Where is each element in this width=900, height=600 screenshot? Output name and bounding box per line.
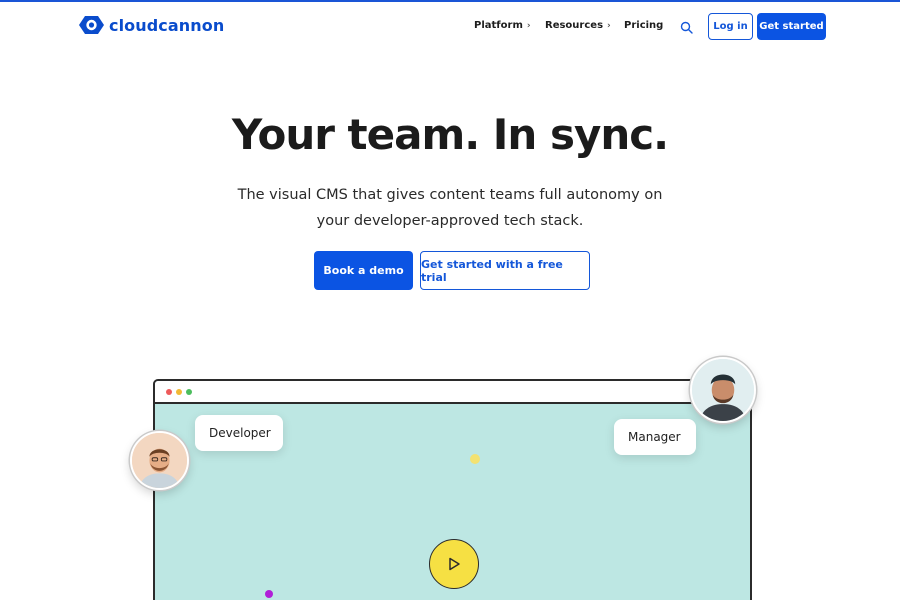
play-icon xyxy=(449,557,460,571)
get-started-button[interactable]: Get started xyxy=(757,13,826,40)
hero-subtitle: The visual CMS that gives content teams … xyxy=(237,187,663,229)
play-video-button[interactable] xyxy=(429,539,479,589)
nav-item-resources[interactable]: Resources › xyxy=(545,20,611,31)
window-minimize-dot xyxy=(176,389,182,395)
person-icon xyxy=(132,433,187,488)
developer-avatar xyxy=(130,431,189,490)
site-header: cloudcannon Platform › Resources › Prici… xyxy=(0,2,900,50)
hero-title: Your team. In sync. xyxy=(231,110,669,159)
login-button[interactable]: Log in xyxy=(708,13,753,40)
nav-item-platform[interactable]: Platform › xyxy=(474,20,531,31)
search-icon[interactable] xyxy=(680,21,693,34)
book-demo-button[interactable]: Book a demo xyxy=(314,251,413,290)
cloudcannon-logo-icon xyxy=(79,16,104,34)
free-trial-button[interactable]: Get started with a free trial xyxy=(420,251,590,290)
chevron-right-icon: › xyxy=(526,20,531,31)
decorative-dot xyxy=(470,454,480,464)
brand-name: cloudcannon xyxy=(109,15,225,35)
nav-item-label: Platform xyxy=(474,20,523,31)
developer-label: Developer xyxy=(195,415,283,451)
nav-item-pricing[interactable]: Pricing xyxy=(624,20,663,31)
window-maximize-dot xyxy=(186,389,192,395)
manager-label: Manager xyxy=(614,419,696,455)
manager-avatar xyxy=(690,357,756,423)
nav-item-label: Resources xyxy=(545,20,604,31)
brand-logo[interactable]: cloudcannon xyxy=(78,14,224,36)
browser-title-bar xyxy=(155,381,750,404)
chevron-right-icon: › xyxy=(607,20,611,31)
browser-window-illustration xyxy=(153,379,752,600)
nav-item-label: Pricing xyxy=(624,20,664,31)
person-icon xyxy=(692,359,754,421)
window-close-dot xyxy=(166,389,172,395)
cursor-dot xyxy=(265,590,273,598)
